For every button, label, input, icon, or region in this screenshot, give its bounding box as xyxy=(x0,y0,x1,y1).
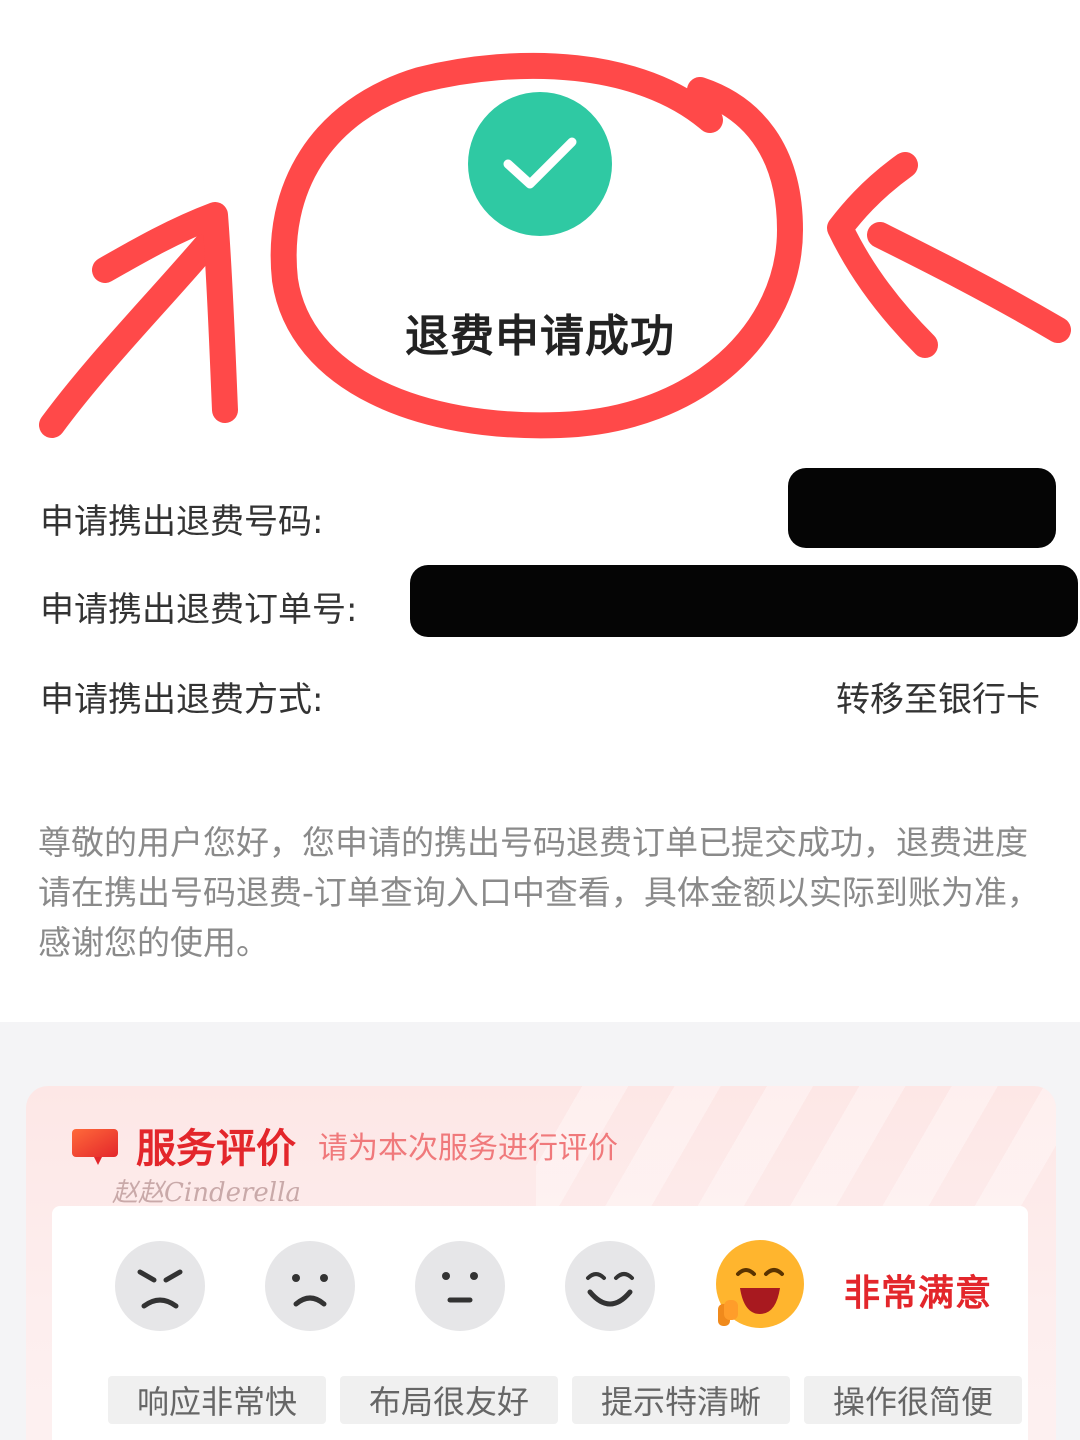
tag-layout-friendly[interactable]: 布局很友好 xyxy=(340,1376,558,1424)
tag-response-fast[interactable]: 响应非常快 xyxy=(108,1376,326,1424)
evaluation-header: 服务评价 请为本次服务进行评价 xyxy=(72,1116,618,1174)
info-label: 申请携出退费号码: xyxy=(40,501,324,542)
evaluation-subtitle: 请为本次服务进行评价 xyxy=(318,1131,618,1166)
success-check-icon xyxy=(468,92,612,236)
refund-method-value: 转移至银行卡 xyxy=(836,679,1040,720)
evaluation-title: 服务评价 xyxy=(136,1126,296,1172)
smile-face-icon[interactable] xyxy=(564,1240,656,1332)
tag-operation-easy[interactable]: 操作很简便 xyxy=(804,1376,1022,1424)
selected-rating-label: 非常满意 xyxy=(844,1273,993,1314)
redaction-mark xyxy=(410,565,1078,637)
check-icon xyxy=(503,137,577,189)
info-label: 申请携出退费方式: xyxy=(40,679,324,720)
grin-face-icon[interactable] xyxy=(712,1238,808,1334)
watermark: 赵赵Cinderella xyxy=(112,1178,301,1208)
service-evaluation-card: 服务评价 请为本次服务进行评价 赵赵Cinderella 非常满意 响应非常快 … xyxy=(26,1086,1056,1440)
chat-bubble-icon xyxy=(72,1127,118,1165)
info-label: 申请携出退费订单号: xyxy=(40,589,358,630)
rating-panel: 非常满意 响应非常快 布局很友好 提示特清晰 操作很简便 xyxy=(52,1206,1028,1440)
tag-prompt-clear[interactable]: 提示特清晰 xyxy=(572,1376,790,1424)
refund-success-title: 退费申请成功 xyxy=(405,311,675,362)
angry-face-icon[interactable] xyxy=(114,1240,206,1332)
neutral-face-icon[interactable] xyxy=(414,1240,506,1332)
redaction-mark xyxy=(788,468,1056,548)
sad-face-icon[interactable] xyxy=(264,1240,356,1332)
info-row-method: 申请携出退费方式: 转移至银行卡 xyxy=(40,666,1040,726)
notice-text: 尊敬的用户您好，您申请的携出号码退费订单已提交成功，退费进度请在携出号码退费-订… xyxy=(38,823,1040,962)
